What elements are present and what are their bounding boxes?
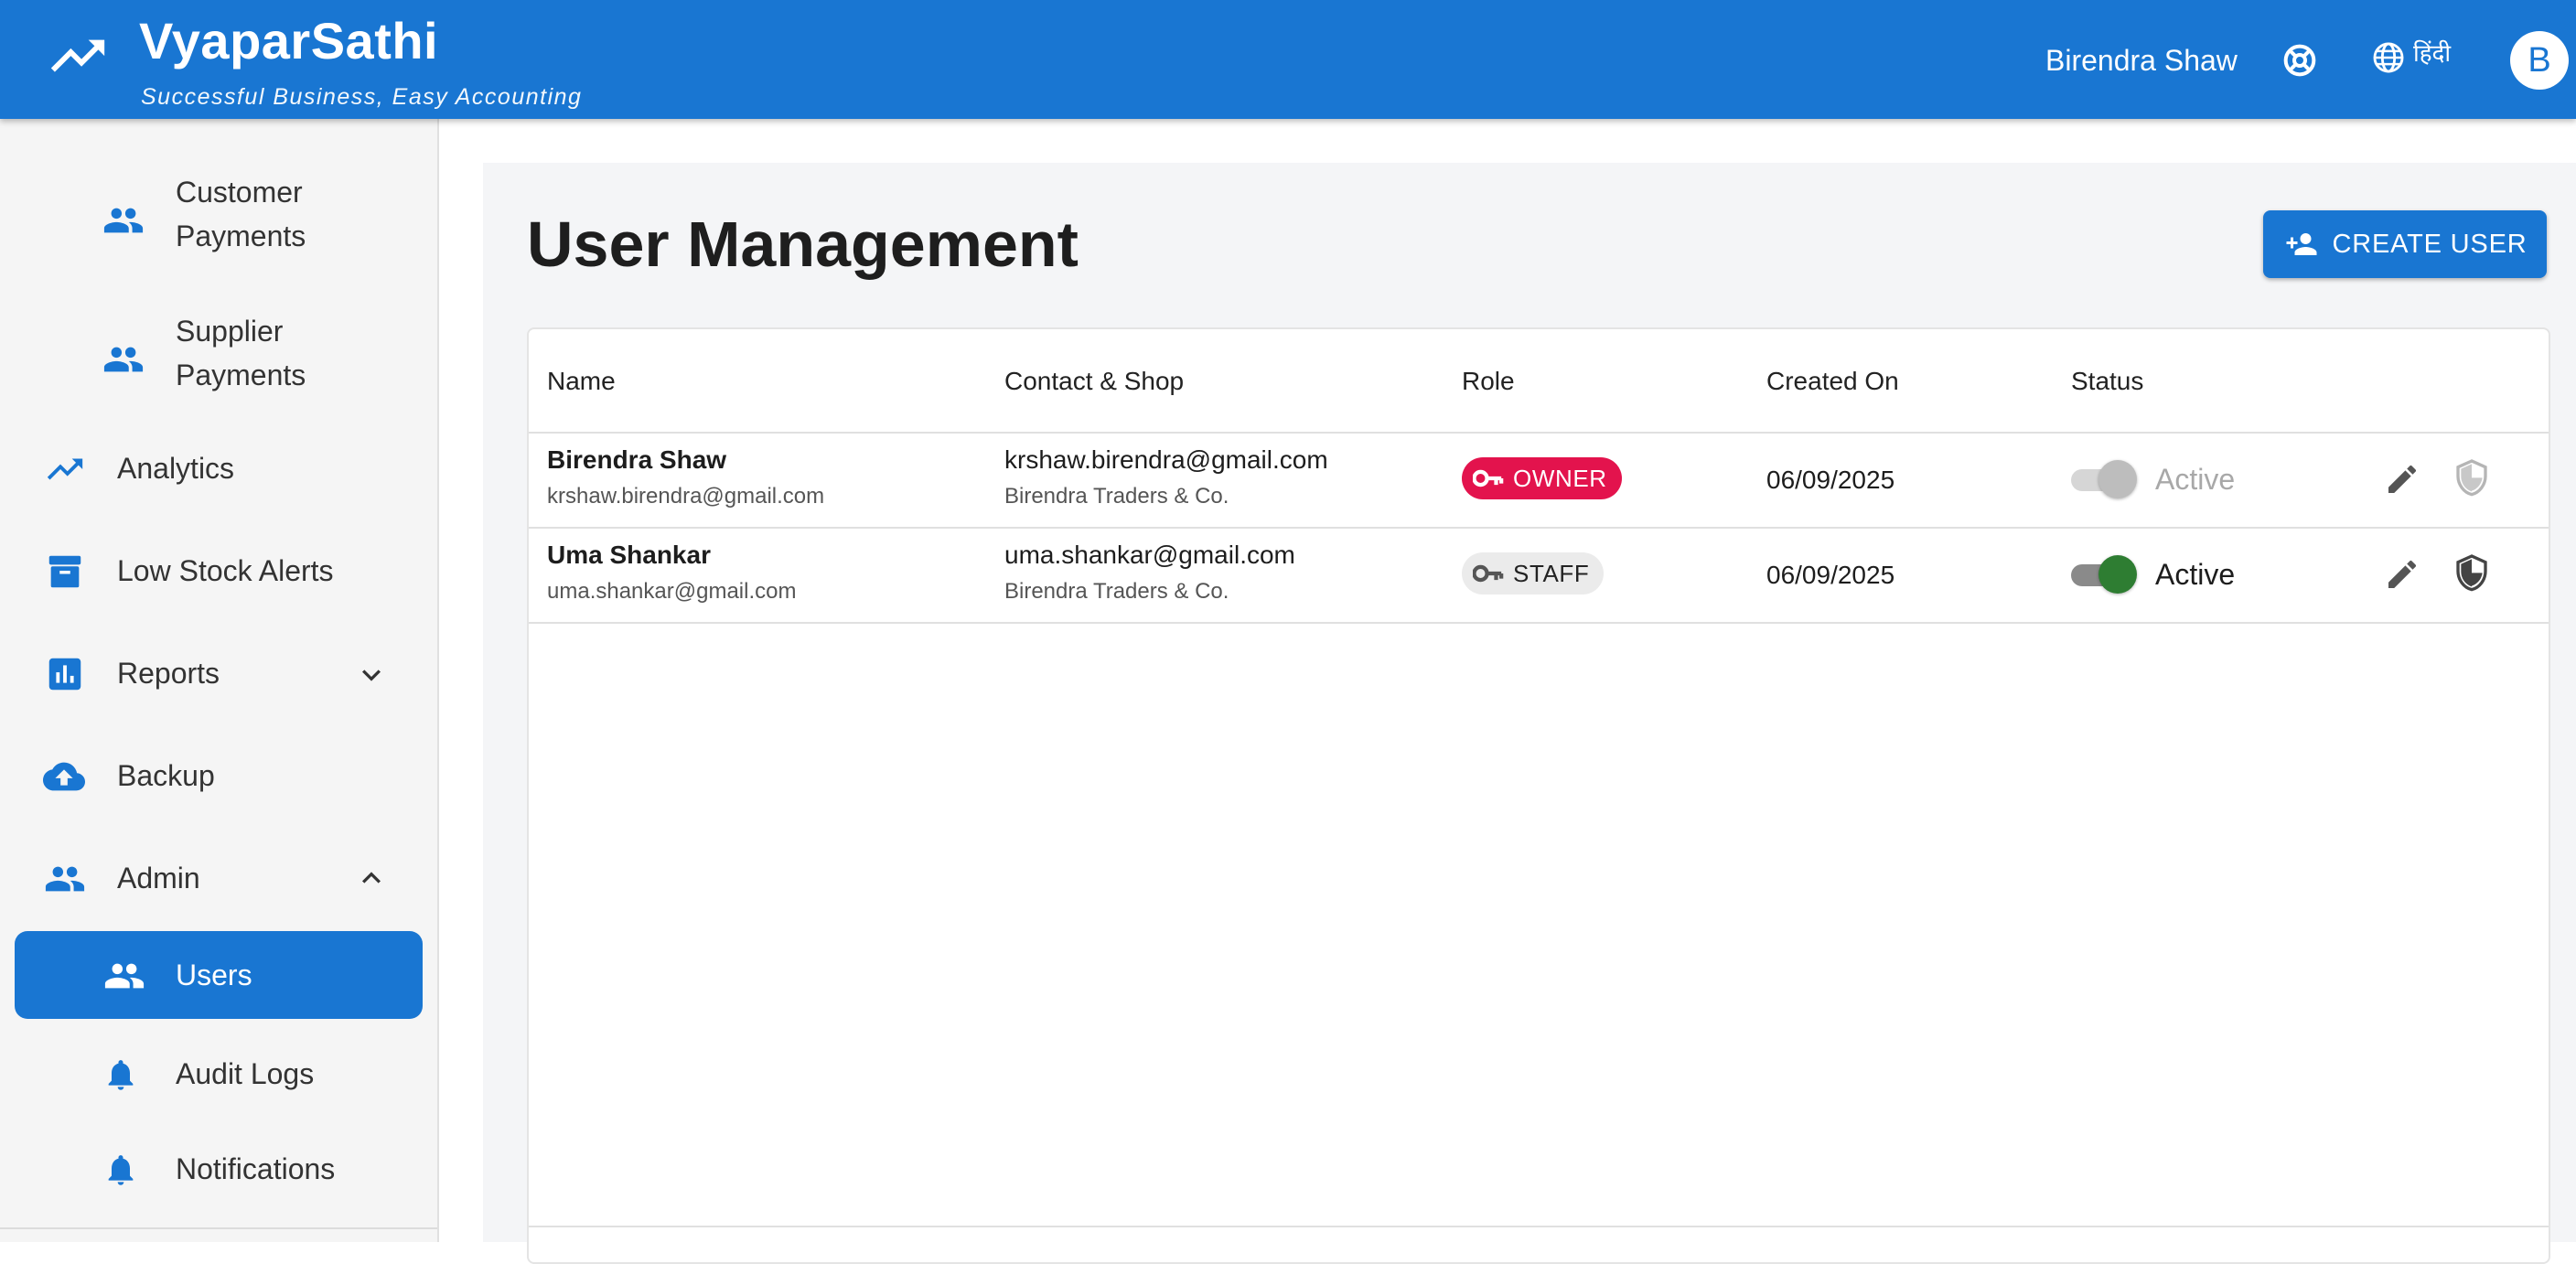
- sidebar-item-admin[interactable]: Admin: [15, 832, 423, 924]
- shield-icon[interactable]: [2453, 459, 2490, 499]
- created-date: 06/09/2025: [1766, 561, 1895, 589]
- chevron-up-icon[interactable]: [353, 860, 390, 896]
- sidebar-item-label: Audit Logs: [176, 1057, 315, 1090]
- app-name[interactable]: VyaparSathi: [139, 9, 438, 73]
- shop-name: Birendra Traders & Co.: [1004, 579, 1229, 604]
- column-header-name[interactable]: Name: [547, 366, 616, 397]
- chevron-down-icon[interactable]: [353, 657, 390, 693]
- divider: [529, 432, 2549, 434]
- sidebar-item-label: Low Stock Alerts: [117, 554, 334, 587]
- current-user-name: Birendra Shaw: [2045, 44, 2238, 77]
- sidebar-item-users[interactable]: Users: [15, 931, 423, 1019]
- divider: [529, 1226, 2549, 1227]
- shop-name: Birendra Traders & Co.: [1004, 484, 1229, 509]
- language-label: हिंदी: [2413, 40, 2452, 68]
- sidebar-item-label: Supplier: [176, 315, 284, 348]
- people-icon: [102, 199, 145, 241]
- column-header-status[interactable]: Status: [2071, 366, 2143, 397]
- app-tagline: Successful Business, Easy Accounting: [141, 84, 583, 110]
- people-icon: [102, 955, 146, 997]
- sidebar-item-label: Payments: [176, 220, 306, 252]
- edit-icon[interactable]: [2384, 556, 2420, 593]
- sidebar-item-label: Payments: [176, 359, 306, 391]
- sidebar-item-notifications[interactable]: Notifications: [15, 1129, 423, 1213]
- sidebar-item-supplier-payments[interactable]: Supplier Payments: [15, 302, 423, 412]
- sidebar-item-label: Backup: [117, 759, 215, 792]
- divider: [0, 1227, 437, 1229]
- globe-icon: [2371, 40, 2406, 75]
- status-toggle[interactable]: [2067, 554, 2137, 595]
- user-name: Uma Shankar: [547, 541, 711, 569]
- cloud-upload-icon: [40, 755, 88, 798]
- contact-email: krshaw.birendra@gmail.com: [1004, 445, 1328, 474]
- sidebar-item-label: Notifications: [176, 1152, 336, 1185]
- sidebar-item-customer-payments[interactable]: Customer Payments: [15, 163, 423, 273]
- create-user-button[interactable]: CREATE USER: [2263, 210, 2547, 278]
- avatar[interactable]: B: [2510, 31, 2569, 90]
- sidebar-item-backup[interactable]: Backup: [15, 730, 423, 821]
- sidebar-item-low-stock-alerts[interactable]: Low Stock Alerts: [15, 525, 423, 616]
- app-bar: VyaparSathi Successful Business, Easy Ac…: [0, 0, 2576, 119]
- sidebar: Customer Payments Supplier Payments Anal…: [0, 119, 439, 1242]
- bell-icon: [102, 1149, 139, 1191]
- key-icon: [1473, 467, 1504, 489]
- create-user-label: CREATE USER: [2332, 229, 2528, 259]
- user-email: krshaw.birendra@gmail.com: [547, 484, 825, 509]
- bell-icon: [102, 1054, 139, 1096]
- people-icon: [44, 858, 86, 900]
- column-header-role[interactable]: Role: [1462, 366, 1515, 397]
- trending-up-icon: [44, 448, 86, 490]
- column-header-created-on[interactable]: Created On: [1766, 366, 1899, 397]
- key-icon: [1473, 562, 1504, 584]
- status-toggle[interactable]: [2067, 459, 2137, 499]
- role-badge: OWNER: [1462, 457, 1622, 499]
- divider: [529, 527, 2549, 529]
- role-label: STAFF: [1513, 559, 1590, 587]
- people-icon: [102, 338, 145, 380]
- divider: [529, 622, 2549, 624]
- trending-up-icon: [46, 33, 110, 84]
- column-header-contact[interactable]: Contact & Shop: [1004, 366, 1184, 397]
- sidebar-item-label: Admin: [117, 862, 200, 894]
- edit-icon[interactable]: [2384, 461, 2420, 498]
- user-email: uma.shankar@gmail.com: [547, 579, 797, 604]
- shield-icon[interactable]: [2453, 554, 2490, 595]
- status-label: Active: [2155, 463, 2236, 496]
- language-switcher[interactable]: हिंदी: [2371, 40, 2451, 75]
- bar-chart-icon: [44, 653, 86, 695]
- page-title: User Management: [527, 209, 1079, 280]
- sidebar-item-analytics[interactable]: Analytics: [15, 423, 423, 514]
- sidebar-item-label: Customer: [176, 176, 303, 209]
- contact-email: uma.shankar@gmail.com: [1004, 541, 1295, 569]
- status-label: Active: [2155, 558, 2236, 591]
- user-name: Birendra Shaw: [547, 445, 727, 474]
- sidebar-item-audit-logs[interactable]: Audit Logs: [15, 1034, 423, 1118]
- sidebar-item-reports[interactable]: Reports: [15, 627, 423, 719]
- sidebar-item-label: Reports: [117, 657, 220, 690]
- archive-icon: [44, 551, 86, 593]
- role-badge: STAFF: [1462, 552, 1605, 595]
- sidebar-item-label: Users: [176, 959, 252, 991]
- help-icon[interactable]: [2281, 42, 2318, 79]
- created-date: 06/09/2025: [1766, 466, 1895, 494]
- users-table: Name Contact & Shop Role Created On Stat…: [527, 327, 2550, 1264]
- person-add-icon: [2283, 228, 2320, 261]
- sidebar-item-label: Analytics: [117, 452, 235, 485]
- role-label: OWNER: [1513, 464, 1607, 492]
